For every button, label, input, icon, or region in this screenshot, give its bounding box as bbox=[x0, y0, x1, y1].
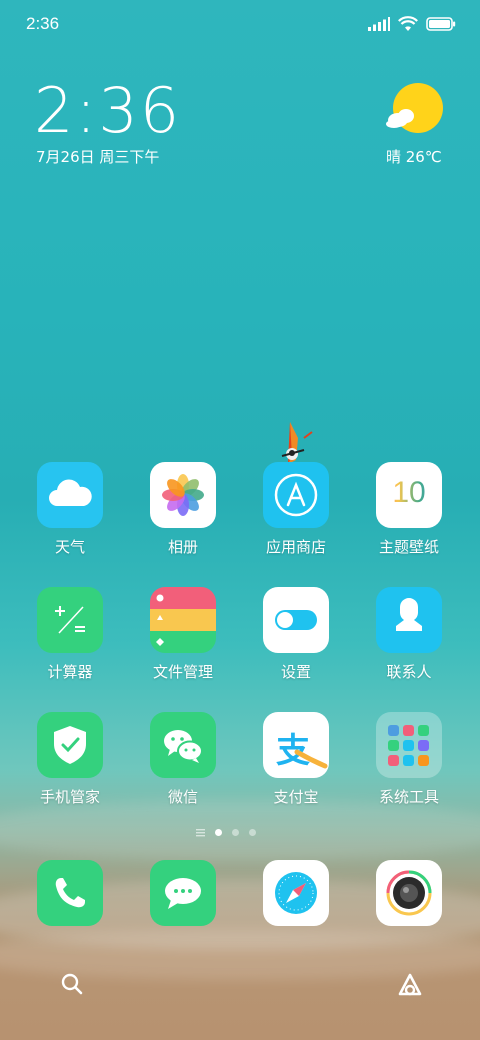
themes-icon-text: 10 bbox=[376, 476, 442, 510]
page-dot[interactable] bbox=[249, 829, 256, 836]
app-calculator[interactable]: 计算器 bbox=[15, 587, 125, 682]
dock-browser[interactable] bbox=[263, 860, 329, 926]
app-label: 微信 bbox=[167, 788, 198, 806]
dock-messages[interactable] bbox=[150, 860, 216, 926]
search-icon[interactable] bbox=[60, 972, 84, 996]
app-weather[interactable]: 天气 bbox=[15, 462, 125, 557]
page-dot-active[interactable] bbox=[215, 829, 222, 836]
themes-icon: 10 bbox=[376, 462, 442, 528]
phone-icon bbox=[55, 878, 85, 908]
app-file-manager[interactable]: 文件管理 bbox=[128, 587, 238, 682]
security-shield-icon bbox=[37, 712, 103, 778]
weather-widget-text: 晴 26℃ bbox=[386, 148, 442, 166]
assistant-icon[interactable] bbox=[396, 970, 424, 998]
app-security[interactable]: 手机管家 bbox=[15, 712, 125, 807]
app-contacts[interactable]: 联系人 bbox=[354, 587, 464, 682]
compass-icon bbox=[275, 872, 317, 914]
calculator-icon bbox=[37, 587, 103, 653]
app-store-icon bbox=[263, 462, 329, 528]
alipay-icon: 支 bbox=[263, 712, 329, 778]
status-time: 2:36 bbox=[26, 14, 60, 33]
app-themes[interactable]: 10 主题壁纸 bbox=[354, 462, 464, 557]
wechat-icon bbox=[150, 712, 216, 778]
weather-cloud-icon bbox=[37, 462, 103, 528]
app-store[interactable]: 应用商店 bbox=[241, 462, 351, 557]
app-label: 应用商店 bbox=[265, 538, 326, 556]
clock-widget-date: 7月26日 周三下午 bbox=[36, 148, 160, 166]
sun-cloud-icon[interactable] bbox=[384, 82, 448, 138]
page-indicator[interactable] bbox=[196, 828, 256, 837]
app-label: 联系人 bbox=[386, 663, 432, 681]
bottom-bar bbox=[0, 960, 480, 1004]
dock-camera[interactable] bbox=[376, 860, 442, 926]
folder-system-tools[interactable]: 系统工具 bbox=[354, 712, 464, 807]
app-label: 天气 bbox=[54, 538, 85, 556]
clock-widget-time[interactable]: 2:36 bbox=[34, 78, 181, 144]
app-label: 文件管理 bbox=[152, 663, 213, 681]
app-label: 手机管家 bbox=[39, 788, 100, 806]
settings-toggle-icon bbox=[263, 587, 329, 653]
wifi-icon bbox=[398, 16, 418, 31]
camera-icon bbox=[386, 870, 432, 916]
app-label: 计算器 bbox=[47, 663, 93, 681]
app-label: 系统工具 bbox=[378, 788, 439, 806]
status-icons bbox=[368, 16, 456, 32]
app-settings[interactable]: 设置 bbox=[241, 587, 351, 682]
app-wechat[interactable]: 微信 bbox=[128, 712, 238, 807]
signal-icon bbox=[368, 17, 390, 31]
app-label: 支付宝 bbox=[273, 788, 319, 806]
contacts-icon bbox=[376, 587, 442, 653]
app-gallery[interactable]: 相册 bbox=[128, 462, 238, 557]
system-tools-folder-icon bbox=[376, 712, 442, 778]
app-label: 设置 bbox=[280, 663, 311, 681]
app-label: 相册 bbox=[167, 538, 198, 556]
status-bar: 2:36 bbox=[0, 0, 480, 50]
message-icon bbox=[165, 878, 201, 909]
photos-flower-icon bbox=[150, 462, 216, 528]
battery-icon bbox=[426, 17, 456, 31]
app-label: 主题壁纸 bbox=[378, 538, 439, 556]
kayak-wallpaper-detail bbox=[281, 422, 313, 464]
page-list-icon bbox=[196, 829, 205, 837]
file-manager-icon bbox=[150, 587, 216, 653]
app-alipay[interactable]: 支 支付宝 bbox=[241, 712, 351, 807]
dock-phone[interactable] bbox=[37, 860, 103, 926]
page-dot[interactable] bbox=[232, 829, 239, 836]
